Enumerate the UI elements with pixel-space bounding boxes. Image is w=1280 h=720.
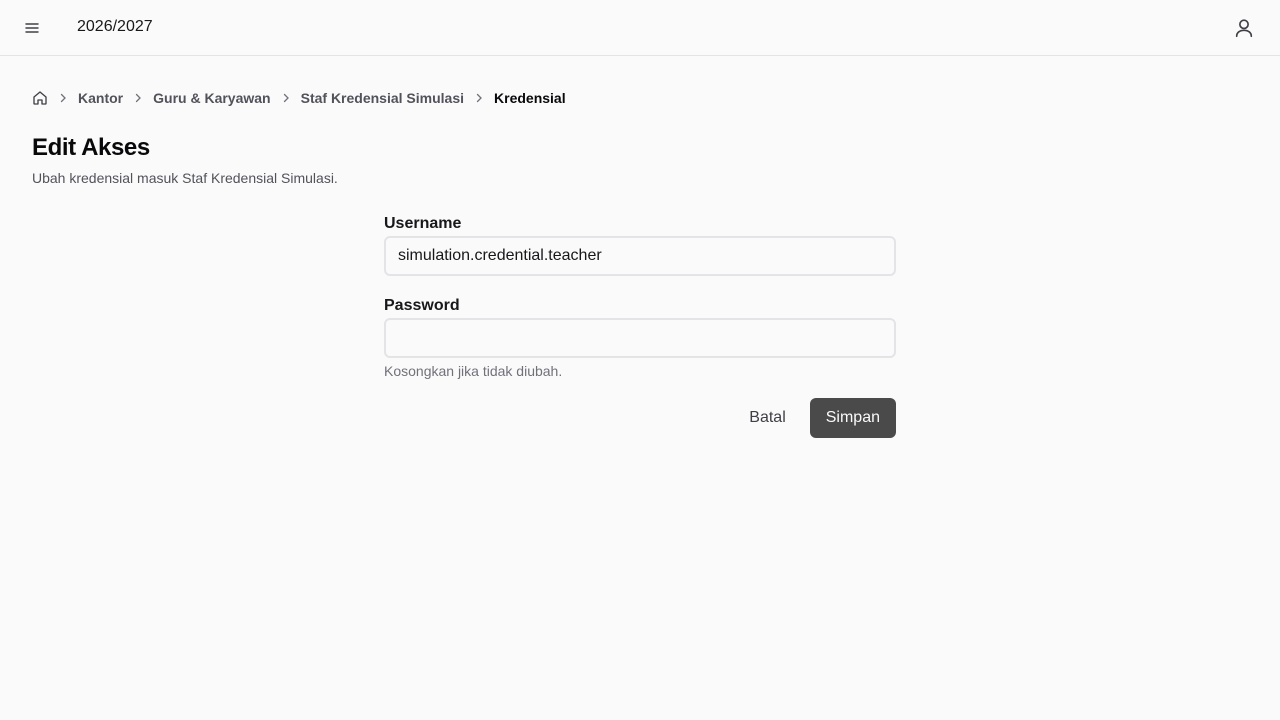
edit-access-form: Username Password Kosongkan jika tidak d… — [384, 214, 896, 438]
cancel-button[interactable]: Batal — [733, 398, 801, 438]
breadcrumb-current: Kredensial — [494, 90, 566, 106]
menu-button[interactable] — [20, 16, 44, 40]
chevron-right-icon — [280, 92, 292, 104]
home-icon — [33, 91, 47, 105]
page-title: Edit Akses — [32, 134, 150, 161]
save-button[interactable]: Simpan — [809, 398, 896, 438]
password-hint: Kosongkan jika tidak diubah. — [384, 363, 563, 379]
username-input[interactable] — [384, 236, 896, 276]
academic-year[interactable]: 2026/2027 — [77, 18, 153, 36]
user-icon — [1235, 19, 1253, 38]
chevron-right-icon — [132, 92, 144, 104]
chevron-right-icon — [57, 92, 69, 104]
username-field-group: Username — [384, 214, 896, 276]
breadcrumb-item-staf[interactable]: Staf Kredensial Simulasi — [301, 90, 464, 106]
breadcrumb-item-kantor[interactable]: Kantor — [78, 90, 123, 106]
password-label: Password — [384, 297, 460, 314]
breadcrumb-home[interactable] — [32, 90, 48, 106]
chevron-right-icon — [473, 92, 485, 104]
breadcrumb: Kantor Guru & Karyawan Staf Kredensial S… — [32, 88, 566, 108]
hamburger-menu-icon — [25, 23, 39, 33]
username-label: Username — [384, 215, 462, 232]
page-subtitle: Ubah kredensial masuk Staf Kredensial Si… — [32, 170, 338, 186]
breadcrumb-item-guru-karyawan[interactable]: Guru & Karyawan — [153, 90, 270, 106]
top-bar: 2026/2027 — [0, 0, 1280, 56]
user-menu-button[interactable] — [1232, 16, 1256, 40]
form-actions: Batal Simpan — [384, 398, 896, 438]
password-input[interactable] — [384, 318, 896, 358]
password-field-group: Password Kosongkan jika tidak diubah. — [384, 296, 896, 379]
